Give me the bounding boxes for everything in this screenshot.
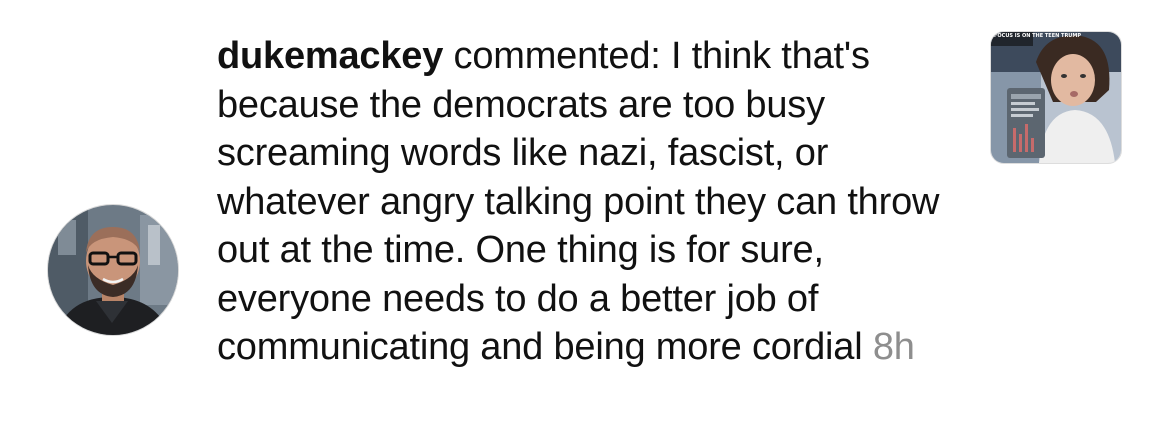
username[interactable]: dukemackey: [217, 35, 443, 77]
comment-body: I think that's because the democrats are…: [217, 35, 940, 368]
comment-notification[interactable]: dukemackey commented: I think that's bec…: [0, 0, 1170, 439]
thumbnail-overlay-text: FOCUS IS ON THE TEEN TRUMP: [994, 33, 1081, 39]
timestamp: 8h: [872, 326, 915, 368]
avatar-photo-icon: [48, 205, 178, 335]
post-thumbnail-icon: [991, 32, 1121, 163]
post-thumbnail[interactable]: FOCUS IS ON THE TEEN TRUMP: [990, 31, 1122, 164]
action-text: commented:: [453, 35, 661, 77]
comment-text: dukemackey commented: I think that's bec…: [217, 32, 957, 372]
user-avatar[interactable]: [47, 204, 179, 336]
